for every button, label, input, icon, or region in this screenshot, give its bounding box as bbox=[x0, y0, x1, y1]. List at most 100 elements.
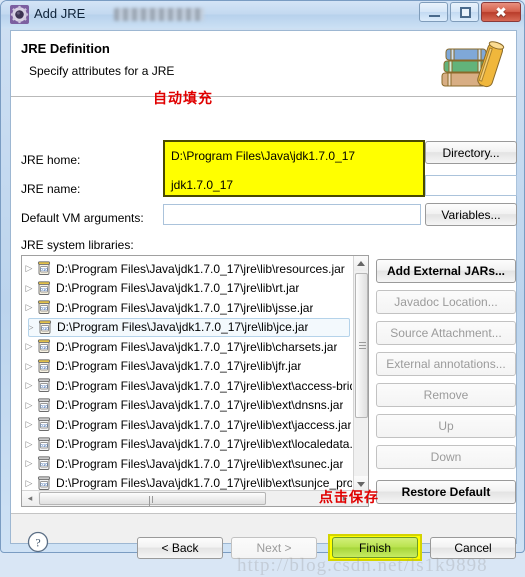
library-row[interactable]: ▷ 010 D:\Program Files\Java\jdk1.7.0_17\jr… bbox=[22, 279, 352, 299]
expand-arrow-icon[interactable]: ▷ bbox=[22, 302, 36, 313]
side-button-label: Source Attachment... bbox=[390, 326, 502, 340]
side-button-add-external-jars[interactable]: Add External JARs... bbox=[376, 259, 516, 283]
library-path: D:\Program Files\Java\jdk1.7.0_17\jre\li… bbox=[56, 378, 352, 393]
horizontal-scroll-thumb[interactable] bbox=[39, 492, 266, 506]
expand-arrow-icon[interactable]: ▷ bbox=[22, 361, 36, 372]
books-icon bbox=[438, 35, 508, 91]
scroll-grip-h-icon bbox=[149, 496, 156, 506]
side-button-external-annotations: External annotations... bbox=[376, 352, 516, 376]
expand-arrow-icon[interactable]: ▷ bbox=[22, 341, 36, 352]
library-path: D:\Program Files\Java\jdk1.7.0_17\jre\li… bbox=[56, 398, 344, 413]
library-row[interactable]: ▷ 010 D:\Program Files\Java\jdk1.7.0_17\jr… bbox=[22, 415, 352, 435]
caret-up-icon bbox=[357, 261, 365, 266]
maximize-icon bbox=[460, 7, 471, 18]
jar-file-icon: 010 bbox=[36, 261, 52, 276]
library-row[interactable]: ▷ 010 D:\Program Files\Java\jdk1.7.0_17\jr… bbox=[22, 298, 352, 318]
svg-text:010: 010 bbox=[40, 384, 48, 389]
side-button-label: Remove bbox=[423, 388, 469, 402]
minimize-button[interactable] bbox=[419, 2, 448, 22]
expand-arrow-icon[interactable]: ▷ bbox=[22, 380, 36, 391]
minimize-icon bbox=[429, 15, 440, 17]
vertical-scroll-thumb[interactable] bbox=[355, 273, 368, 418]
next-button: Next > bbox=[231, 537, 317, 559]
library-path: D:\Program Files\Java\jdk1.7.0_17\jre\li… bbox=[56, 476, 352, 491]
svg-text:010: 010 bbox=[40, 345, 48, 350]
side-button-down: Down bbox=[376, 445, 516, 469]
library-row[interactable]: ▷ 010 D:\Program Files\Java\jdk1.7.0_17\jr… bbox=[22, 337, 352, 357]
maximize-button[interactable] bbox=[450, 2, 479, 22]
library-path: D:\Program Files\Java\jdk1.7.0_17\jre\li… bbox=[56, 339, 338, 354]
cancel-button[interactable]: Cancel bbox=[430, 537, 516, 559]
svg-text:010: 010 bbox=[40, 462, 48, 467]
variables-button-label: Variables... bbox=[441, 207, 501, 222]
page-subtitle: Specify attributes for a JRE bbox=[29, 64, 175, 78]
side-button-javadoc-location: Javadoc Location... bbox=[376, 290, 516, 314]
scroll-grip-icon bbox=[359, 342, 366, 349]
side-button-label: Restore Default bbox=[401, 485, 491, 499]
help-icon[interactable]: ? bbox=[27, 531, 49, 553]
side-button-restore-default[interactable]: Restore Default bbox=[376, 480, 516, 504]
vm-arguments-input[interactable] bbox=[163, 204, 421, 225]
library-row[interactable]: ▷ 010 D:\Program Files\Java\jdk1.7.0_17\jr… bbox=[22, 357, 352, 377]
expand-arrow-icon[interactable]: ▷ bbox=[22, 263, 36, 274]
library-row[interactable]: ▷ 010 D:\Program Files\Java\jdk1.7.0_17\jr… bbox=[22, 396, 352, 416]
close-button[interactable]: ✖ bbox=[481, 2, 521, 22]
directory-button[interactable]: Directory... bbox=[425, 141, 517, 164]
jre-system-libraries-list[interactable]: ▷ 010 D:\Program Files\Java\jdk1.7.0_17\jr… bbox=[21, 255, 369, 507]
svg-text:010: 010 bbox=[40, 423, 48, 428]
svg-text:010: 010 bbox=[40, 482, 48, 487]
directory-button-label: Directory... bbox=[442, 145, 500, 160]
list-horizontal-scrollbar[interactable]: ◂ ▸ bbox=[22, 490, 368, 506]
title-bar[interactable]: Add JRE ✖ bbox=[1, 1, 524, 28]
library-row[interactable]: ▷ 010 D:\Program Files\Java\jdk1.7.0_17\jr… bbox=[22, 376, 352, 396]
side-button-remove: Remove bbox=[376, 383, 516, 407]
click-save-annotation: 点击保存 bbox=[319, 490, 379, 506]
library-path: D:\Program Files\Java\jdk1.7.0_17\jre\li… bbox=[56, 359, 302, 374]
scroll-left-button[interactable]: ◂ bbox=[22, 491, 38, 506]
library-row[interactable]: ▷ 010 D:\Program Files\Java\jdk1.7.0_17\jr… bbox=[22, 259, 352, 279]
svg-text:010: 010 bbox=[40, 365, 48, 370]
jar-file-icon: 010 bbox=[36, 437, 52, 452]
page-title: JRE Definition bbox=[21, 41, 110, 56]
side-button-label: External annotations... bbox=[386, 357, 506, 371]
jar-file-icon: 010 bbox=[36, 281, 52, 296]
svg-text:010: 010 bbox=[40, 287, 48, 292]
expand-arrow-icon[interactable]: ▷ bbox=[29, 322, 37, 333]
svg-text:010: 010 bbox=[40, 267, 48, 272]
svg-text:010: 010 bbox=[41, 326, 49, 331]
list-vertical-scrollbar[interactable] bbox=[353, 256, 368, 491]
library-row[interactable]: ▷ 010 D:\Program Files\Java\jdk1.7.0_17\jr… bbox=[28, 317, 350, 337]
expand-arrow-icon[interactable]: ▷ bbox=[22, 458, 36, 469]
jre-home-label: JRE home: bbox=[21, 153, 81, 167]
library-path: D:\Program Files\Java\jdk1.7.0_17\jre\li… bbox=[56, 437, 352, 452]
svg-text:?: ? bbox=[35, 536, 40, 550]
expand-arrow-icon[interactable]: ▷ bbox=[22, 283, 36, 294]
expand-arrow-icon[interactable]: ▷ bbox=[22, 439, 36, 450]
library-path: D:\Program Files\Java\jdk1.7.0_17\jre\li… bbox=[56, 300, 314, 315]
jre-name-value: jdk1.7.0_17 bbox=[171, 178, 234, 192]
library-path: D:\Program Files\Java\jdk1.7.0_17\jre\li… bbox=[57, 320, 309, 335]
library-path: D:\Program Files\Java\jdk1.7.0_17\jre\li… bbox=[56, 456, 344, 471]
finish-button[interactable]: Finish bbox=[332, 537, 418, 558]
library-row[interactable]: ▷ 010 D:\Program Files\Java\jdk1.7.0_17\jr… bbox=[22, 454, 352, 474]
expand-arrow-icon[interactable]: ▷ bbox=[22, 400, 36, 411]
jar-file-icon: 010 bbox=[36, 378, 52, 393]
vm-arguments-label: Default VM arguments: bbox=[21, 211, 144, 225]
jre-home-value: D:\Program Files\Java\jdk1.7.0_17 bbox=[171, 149, 356, 163]
variables-button[interactable]: Variables... bbox=[425, 203, 517, 226]
expand-arrow-icon[interactable]: ▷ bbox=[22, 419, 36, 430]
jar-file-icon: 010 bbox=[37, 320, 53, 335]
jre-gear-icon bbox=[10, 5, 29, 24]
finish-button-label: Finish bbox=[358, 540, 391, 555]
jar-file-icon: 010 bbox=[36, 398, 52, 413]
library-row[interactable]: ▷ 010 D:\Program Files\Java\jdk1.7.0_17\jr… bbox=[22, 435, 352, 455]
scroll-up-button[interactable] bbox=[354, 256, 368, 271]
redacted-title-suffix bbox=[114, 8, 204, 21]
svg-text:010: 010 bbox=[40, 443, 48, 448]
add-jre-dialog-window: Add JRE ✖ JRE Definition Specify attribu… bbox=[0, 0, 525, 576]
expand-arrow-icon[interactable]: ▷ bbox=[22, 478, 36, 489]
back-button[interactable]: < Back bbox=[137, 537, 223, 559]
jar-file-icon: 010 bbox=[36, 417, 52, 432]
library-path: D:\Program Files\Java\jdk1.7.0_17\jre\li… bbox=[56, 417, 352, 432]
side-button-label: Add External JARs... bbox=[386, 264, 506, 278]
